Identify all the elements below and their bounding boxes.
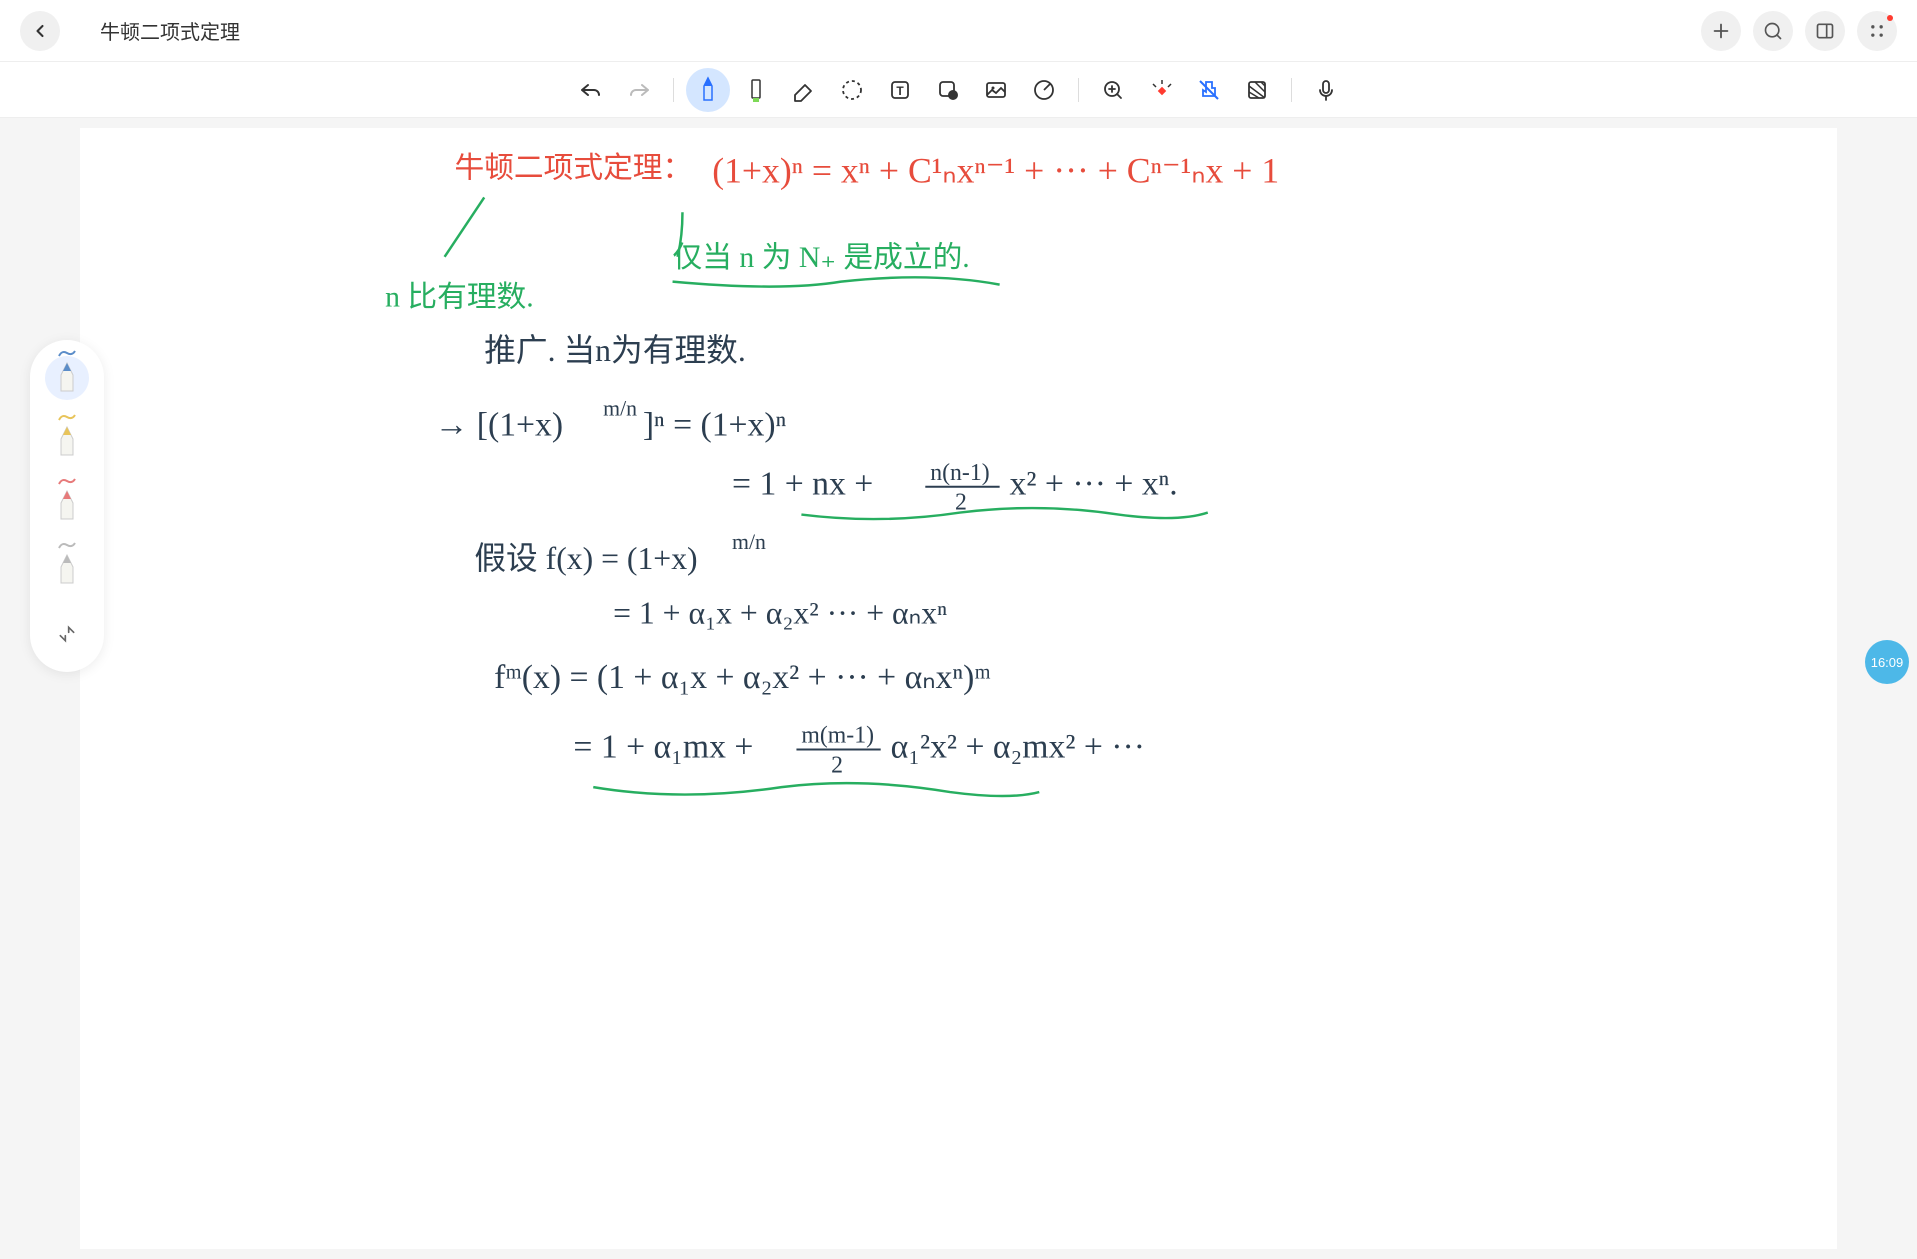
plus-icon [1710,20,1732,42]
handwriting-text: = 1 + α₁mx + [573,728,753,765]
underline-stroke [673,277,1000,286]
pen-preset-grey[interactable] [45,548,89,592]
sticker-icon [1032,78,1056,102]
handwriting-layer: 牛顿二项式定理： (1+x)ⁿ = xⁿ + C¹ₙxⁿ⁻¹ + ··· + C… [80,128,1837,1249]
notification-dot [1887,15,1893,21]
squiggle-icon [57,540,77,550]
chevron-left-icon [30,21,50,41]
pen-icon [696,76,720,104]
pen-tip-icon [53,489,81,523]
eraser-icon [791,77,817,103]
image-tool-button[interactable] [974,68,1018,112]
more-button[interactable] [1857,11,1897,51]
dots-grid-icon [1867,21,1887,41]
touch-off-icon [1197,78,1221,102]
split-view-icon [1815,21,1835,41]
highlighter-tool-button[interactable] [734,68,778,112]
text-tool-button[interactable]: T [878,68,922,112]
laser-icon [1149,78,1173,102]
search-button[interactable] [1753,11,1793,51]
collapse-palette-button[interactable] [45,612,89,656]
collapse-icon [57,624,77,644]
handwriting-text: = 1 + α₁x + α₂x² ··· + αₙxⁿ [613,596,947,631]
handwriting-text: m/n [603,396,637,420]
underline-stroke [801,508,1207,519]
sticker-tool-button[interactable] [1022,68,1066,112]
search-icon [1763,21,1783,41]
handwriting-text: m(m-1) [801,723,874,749]
underline-stroke [593,783,1039,796]
lasso-tool-button[interactable] [830,68,874,112]
pen-preset-red[interactable] [45,484,89,528]
undo-button[interactable] [569,68,613,112]
pen-tool-button[interactable] [686,68,730,112]
text-icon: T [888,78,912,102]
pen-tip-icon [53,361,81,395]
separator [1078,78,1079,102]
laser-tool-button[interactable] [1139,68,1183,112]
pattern-tool-button[interactable] [1235,68,1279,112]
handwriting-text: x² + ··· + xⁿ. [1010,466,1178,503]
drawing-canvas[interactable]: 牛顿二项式定理： (1+x)ⁿ = xⁿ + C¹ₙxⁿ⁻¹ + ··· + C… [80,128,1837,1249]
handwriting-text: n(n-1) [930,460,989,486]
time-badge[interactable]: 16:09 [1865,640,1909,684]
handwriting-text: 仅当 n 为 N₊ 是成立的. [673,241,970,274]
undo-icon [579,78,603,102]
magnifier-plus-icon [1101,78,1125,102]
handwriting-text: n 比有理数. [385,280,534,313]
handwriting-text: ]ⁿ = (1+x)ⁿ [643,406,787,443]
touch-toggle-button[interactable] [1187,68,1231,112]
pen-preset-blue[interactable] [45,356,89,400]
handwriting-text: = 1 + nx + [732,466,873,503]
squiggle-icon [57,348,77,358]
handwriting-text: → [(1+x) [435,406,563,443]
squiggle-icon [57,412,77,422]
handwriting-text: (1+x)ⁿ = xⁿ + C¹ₙxⁿ⁻¹ + ··· + Cⁿ⁻¹ₙx + 1 [712,151,1279,191]
pen-tip-icon [53,425,81,459]
header-actions [1701,11,1897,51]
redo-icon [627,78,651,102]
handwriting-text: 推广. 当n为有理数. [484,333,746,368]
handwriting-text: 牛顿二项式定理： [454,152,692,185]
svg-text:T: T [896,84,904,98]
back-button[interactable] [20,11,60,51]
mic-tool-button[interactable] [1304,68,1348,112]
handwriting-text: fᵐ(x) = (1 + α₁x + α₂x² + ··· + αₙxⁿ)ᵐ [494,659,991,696]
handwriting-text: m/n [732,530,766,554]
page-title: 牛顿二项式定理 [100,16,1701,45]
handwriting-text: 假设 f(x) = (1+x) [474,541,697,576]
pattern-icon [1245,78,1269,102]
shape-tool-button[interactable] [926,68,970,112]
pen-palette [30,340,104,672]
highlighter-icon [744,76,768,104]
microphone-icon [1314,78,1338,102]
squiggle-icon [57,476,77,486]
image-icon [984,78,1008,102]
layout-button[interactable] [1805,11,1845,51]
redo-button[interactable] [617,68,661,112]
lasso-icon [840,78,864,102]
toolbar: T [0,62,1917,118]
add-button[interactable] [1701,11,1741,51]
canvas-area: 牛顿二项式定理： (1+x)ⁿ = xⁿ + C¹ₙxⁿ⁻¹ + ··· + C… [0,118,1917,1259]
shape-icon [936,78,960,102]
separator [673,78,674,102]
arrow-stroke [445,197,485,256]
pen-preset-yellow[interactable] [45,420,89,464]
eraser-tool-button[interactable] [782,68,826,112]
header: 牛顿二项式定理 [0,0,1917,62]
handwriting-text: α₁²x² + α₂mx² + ··· [891,728,1145,765]
handwriting-text: 2 [831,752,843,778]
pen-tip-icon [53,553,81,587]
zoom-tool-button[interactable] [1091,68,1135,112]
separator [1291,78,1292,102]
